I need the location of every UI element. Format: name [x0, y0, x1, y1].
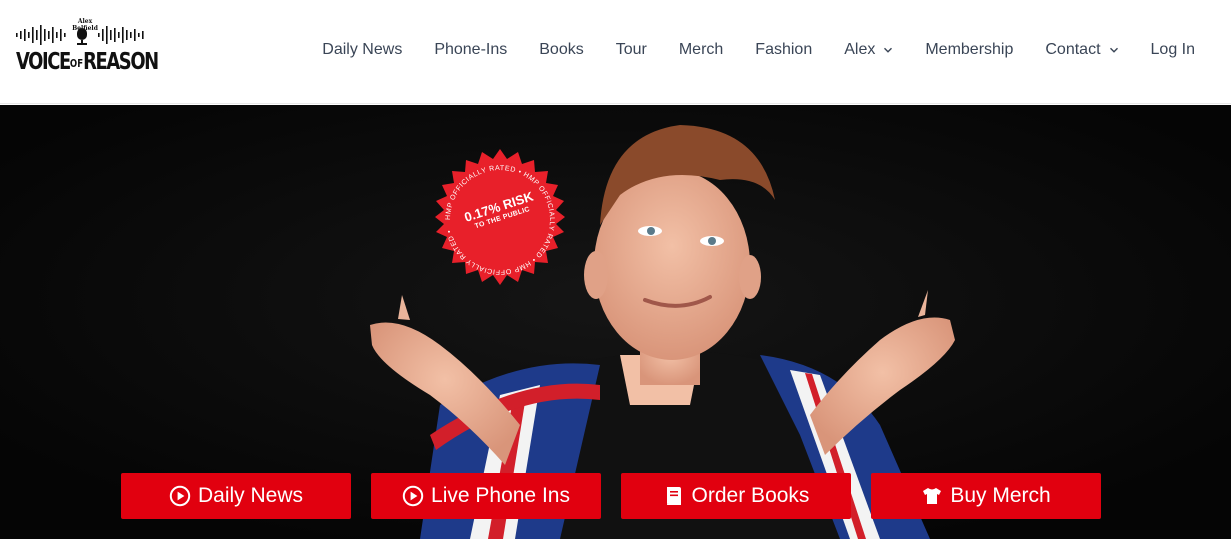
nav-item-books[interactable]: Books [523, 41, 599, 59]
nav-label: Membership [925, 41, 1014, 58]
book-icon [666, 487, 681, 505]
risk-seal-badge: HMP OFFICIALLY RATED • HMP OFFICIALLY RA… [427, 147, 573, 293]
chevron-down-icon [884, 47, 893, 53]
nav-label: Merch [678, 41, 724, 58]
tshirt-icon [923, 488, 942, 504]
voice-of-reason-logo[interactable]: Alex Belfield VOICEOFREASON [14, 16, 159, 82]
main-navigation: Daily News Phone-Ins Books Tour Merch Fa… [306, 0, 1209, 100]
nav-item-alex[interactable]: Alex [828, 41, 909, 59]
logo-wordmark: VOICEOFREASON [16, 49, 159, 75]
play-circle-icon [402, 485, 424, 507]
nav-item-log-in[interactable]: Log In [1135, 41, 1209, 59]
nav-label: Contact [1045, 41, 1101, 58]
daily-news-button[interactable]: Daily News [121, 473, 351, 519]
hero-banner: HMP OFFICIALLY RATED • HMP OFFICIALLY RA… [0, 105, 1231, 539]
nav-label: Daily News [322, 41, 403, 58]
order-books-label: Order Books [691, 484, 810, 507]
nav-label: Phone-Ins [434, 41, 508, 58]
nav-item-contact[interactable]: Contact [1029, 41, 1134, 59]
nav-label: Alex [844, 41, 876, 58]
buy-merch-button[interactable]: Buy Merch [871, 473, 1101, 519]
nav-label: Books [539, 41, 584, 58]
logo-tagline: Alex Belfield [72, 18, 98, 32]
logo-word-of: OF [69, 57, 84, 70]
live-phone-ins-button[interactable]: Live Phone Ins [371, 473, 601, 519]
nav-item-phone-ins[interactable]: Phone-Ins [418, 41, 523, 59]
nav-item-merch[interactable]: Merch [663, 41, 739, 59]
logo-word-voice: VOICE [16, 49, 71, 75]
play-circle-icon [169, 485, 191, 507]
cta-button-row: Daily News Live Phone Ins Order Books Bu… [121, 473, 1101, 519]
buy-merch-label: Buy Merch [950, 484, 1051, 507]
chevron-down-icon [1109, 47, 1118, 53]
live-phone-ins-label: Live Phone Ins [431, 484, 570, 507]
nav-label: Tour [615, 41, 647, 58]
nav-item-daily-news[interactable]: Daily News [306, 41, 418, 59]
nav-label: Log In [1150, 41, 1195, 58]
nav-label: Fashion [755, 41, 813, 58]
logo-word-reason: REASON [83, 49, 159, 75]
nav-item-fashion[interactable]: Fashion [739, 41, 828, 59]
site-header: Alex Belfield VOICEOFREASON Daily News P… [0, 0, 1231, 104]
order-books-button[interactable]: Order Books [621, 473, 851, 519]
nav-item-tour[interactable]: Tour [600, 41, 663, 59]
nav-item-membership[interactable]: Membership [909, 41, 1029, 59]
daily-news-label: Daily News [197, 484, 304, 507]
